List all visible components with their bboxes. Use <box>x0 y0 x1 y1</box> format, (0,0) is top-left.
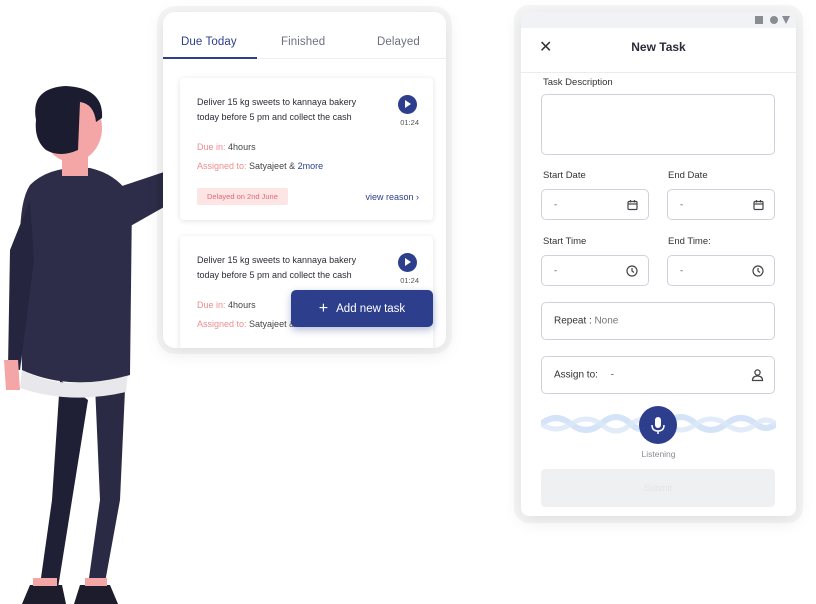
start-date-value: - <box>554 199 558 210</box>
calendar-icon <box>627 199 638 210</box>
end-time-label: End Time: <box>668 236 711 247</box>
task-description-label: Task Description <box>543 77 613 88</box>
start-date-field[interactable]: - <box>541 189 649 220</box>
submit-button[interactable]: Submit <box>541 469 775 507</box>
play-icon[interactable] <box>398 253 417 272</box>
task-description: Deliver 15 kg sweets to kannaya bakery t… <box>197 97 357 122</box>
assign-to-field[interactable]: Assign to: - <box>541 356 775 394</box>
add-new-task-button[interactable]: + Add new task <box>291 290 433 327</box>
start-time-value: - <box>554 265 558 276</box>
assigned-label: Assigned to: <box>197 161 247 171</box>
repeat-value: None <box>594 315 619 327</box>
due-label: Due in: <box>197 142 226 152</box>
assigned-value: Satyajeet & <box>249 319 296 329</box>
microphone-icon <box>651 417 665 434</box>
square-icon <box>755 16 763 24</box>
tab-delayed[interactable]: Delayed <box>377 36 420 48</box>
add-new-task-label: Add new task <box>336 302 406 315</box>
end-date-value: - <box>680 199 684 210</box>
assigned-info: Assigned to: Satyajeet & 2more <box>197 161 323 171</box>
clock-icon <box>752 264 764 277</box>
end-date-label: End Date <box>668 170 708 181</box>
tab-finished[interactable]: Finished <box>281 36 325 48</box>
clock-icon <box>626 264 638 277</box>
assign-value: - <box>610 369 614 381</box>
due-info: Due in: 4hours <box>197 142 256 152</box>
task-description: Deliver 15 kg sweets to kannaya bakery t… <box>197 255 357 280</box>
due-label: Due in: <box>197 300 226 310</box>
new-task-panel: ✕ New Task Task Description Start Date -… <box>521 12 796 516</box>
header: ✕ New Task <box>521 28 796 73</box>
task-description-input[interactable] <box>541 94 775 155</box>
task-time: 01:24 <box>400 276 419 285</box>
assigned-value: Satyajeet & <box>249 161 296 171</box>
assign-label: Assign to: <box>554 369 598 381</box>
due-value: 4hours <box>228 300 256 310</box>
view-reason-label: view reason <box>365 192 414 202</box>
page-title: New Task <box>631 40 686 54</box>
plus-icon: + <box>318 299 329 317</box>
task-time: 01:24 <box>400 118 419 127</box>
repeat-field[interactable]: Repeat : None <box>541 302 775 340</box>
status-bar <box>521 12 796 28</box>
assigned-more-link[interactable]: 2more <box>298 161 324 171</box>
assigned-label: Assigned to: <box>197 319 247 329</box>
circle-icon <box>770 16 778 24</box>
microphone-button[interactable] <box>639 406 677 444</box>
start-time-field[interactable]: - <box>541 255 649 286</box>
tab-bar: Due Today Finished Delayed <box>163 12 446 59</box>
repeat-label: Repeat : <box>554 315 592 327</box>
due-info: Due in: 4hours <box>197 300 256 310</box>
assign-field-text: Assign to: - <box>554 370 614 381</box>
delayed-badge: Delayed on 2nd June <box>197 188 288 205</box>
view-reason-link[interactable]: view reason › <box>365 192 419 202</box>
end-time-value: - <box>680 265 684 276</box>
end-date-field[interactable]: - <box>667 189 775 220</box>
chevron-right-icon: › <box>416 192 419 202</box>
play-icon[interactable] <box>398 95 417 114</box>
triangle-icon <box>782 16 790 24</box>
active-tab-indicator <box>163 57 257 59</box>
start-date-label: Start Date <box>543 170 586 181</box>
user-icon[interactable] <box>751 369 764 382</box>
tab-due-today[interactable]: Due Today <box>181 36 237 48</box>
due-value: 4hours <box>228 142 256 152</box>
end-time-field[interactable]: - <box>667 255 775 286</box>
start-time-label: Start Time <box>543 236 587 247</box>
listening-status: Listening <box>641 449 676 459</box>
repeat-field-text: Repeat : None <box>554 316 618 327</box>
task-card[interactable]: Deliver 15 kg sweets to kannaya bakery t… <box>180 78 433 220</box>
calendar-icon <box>753 199 764 210</box>
